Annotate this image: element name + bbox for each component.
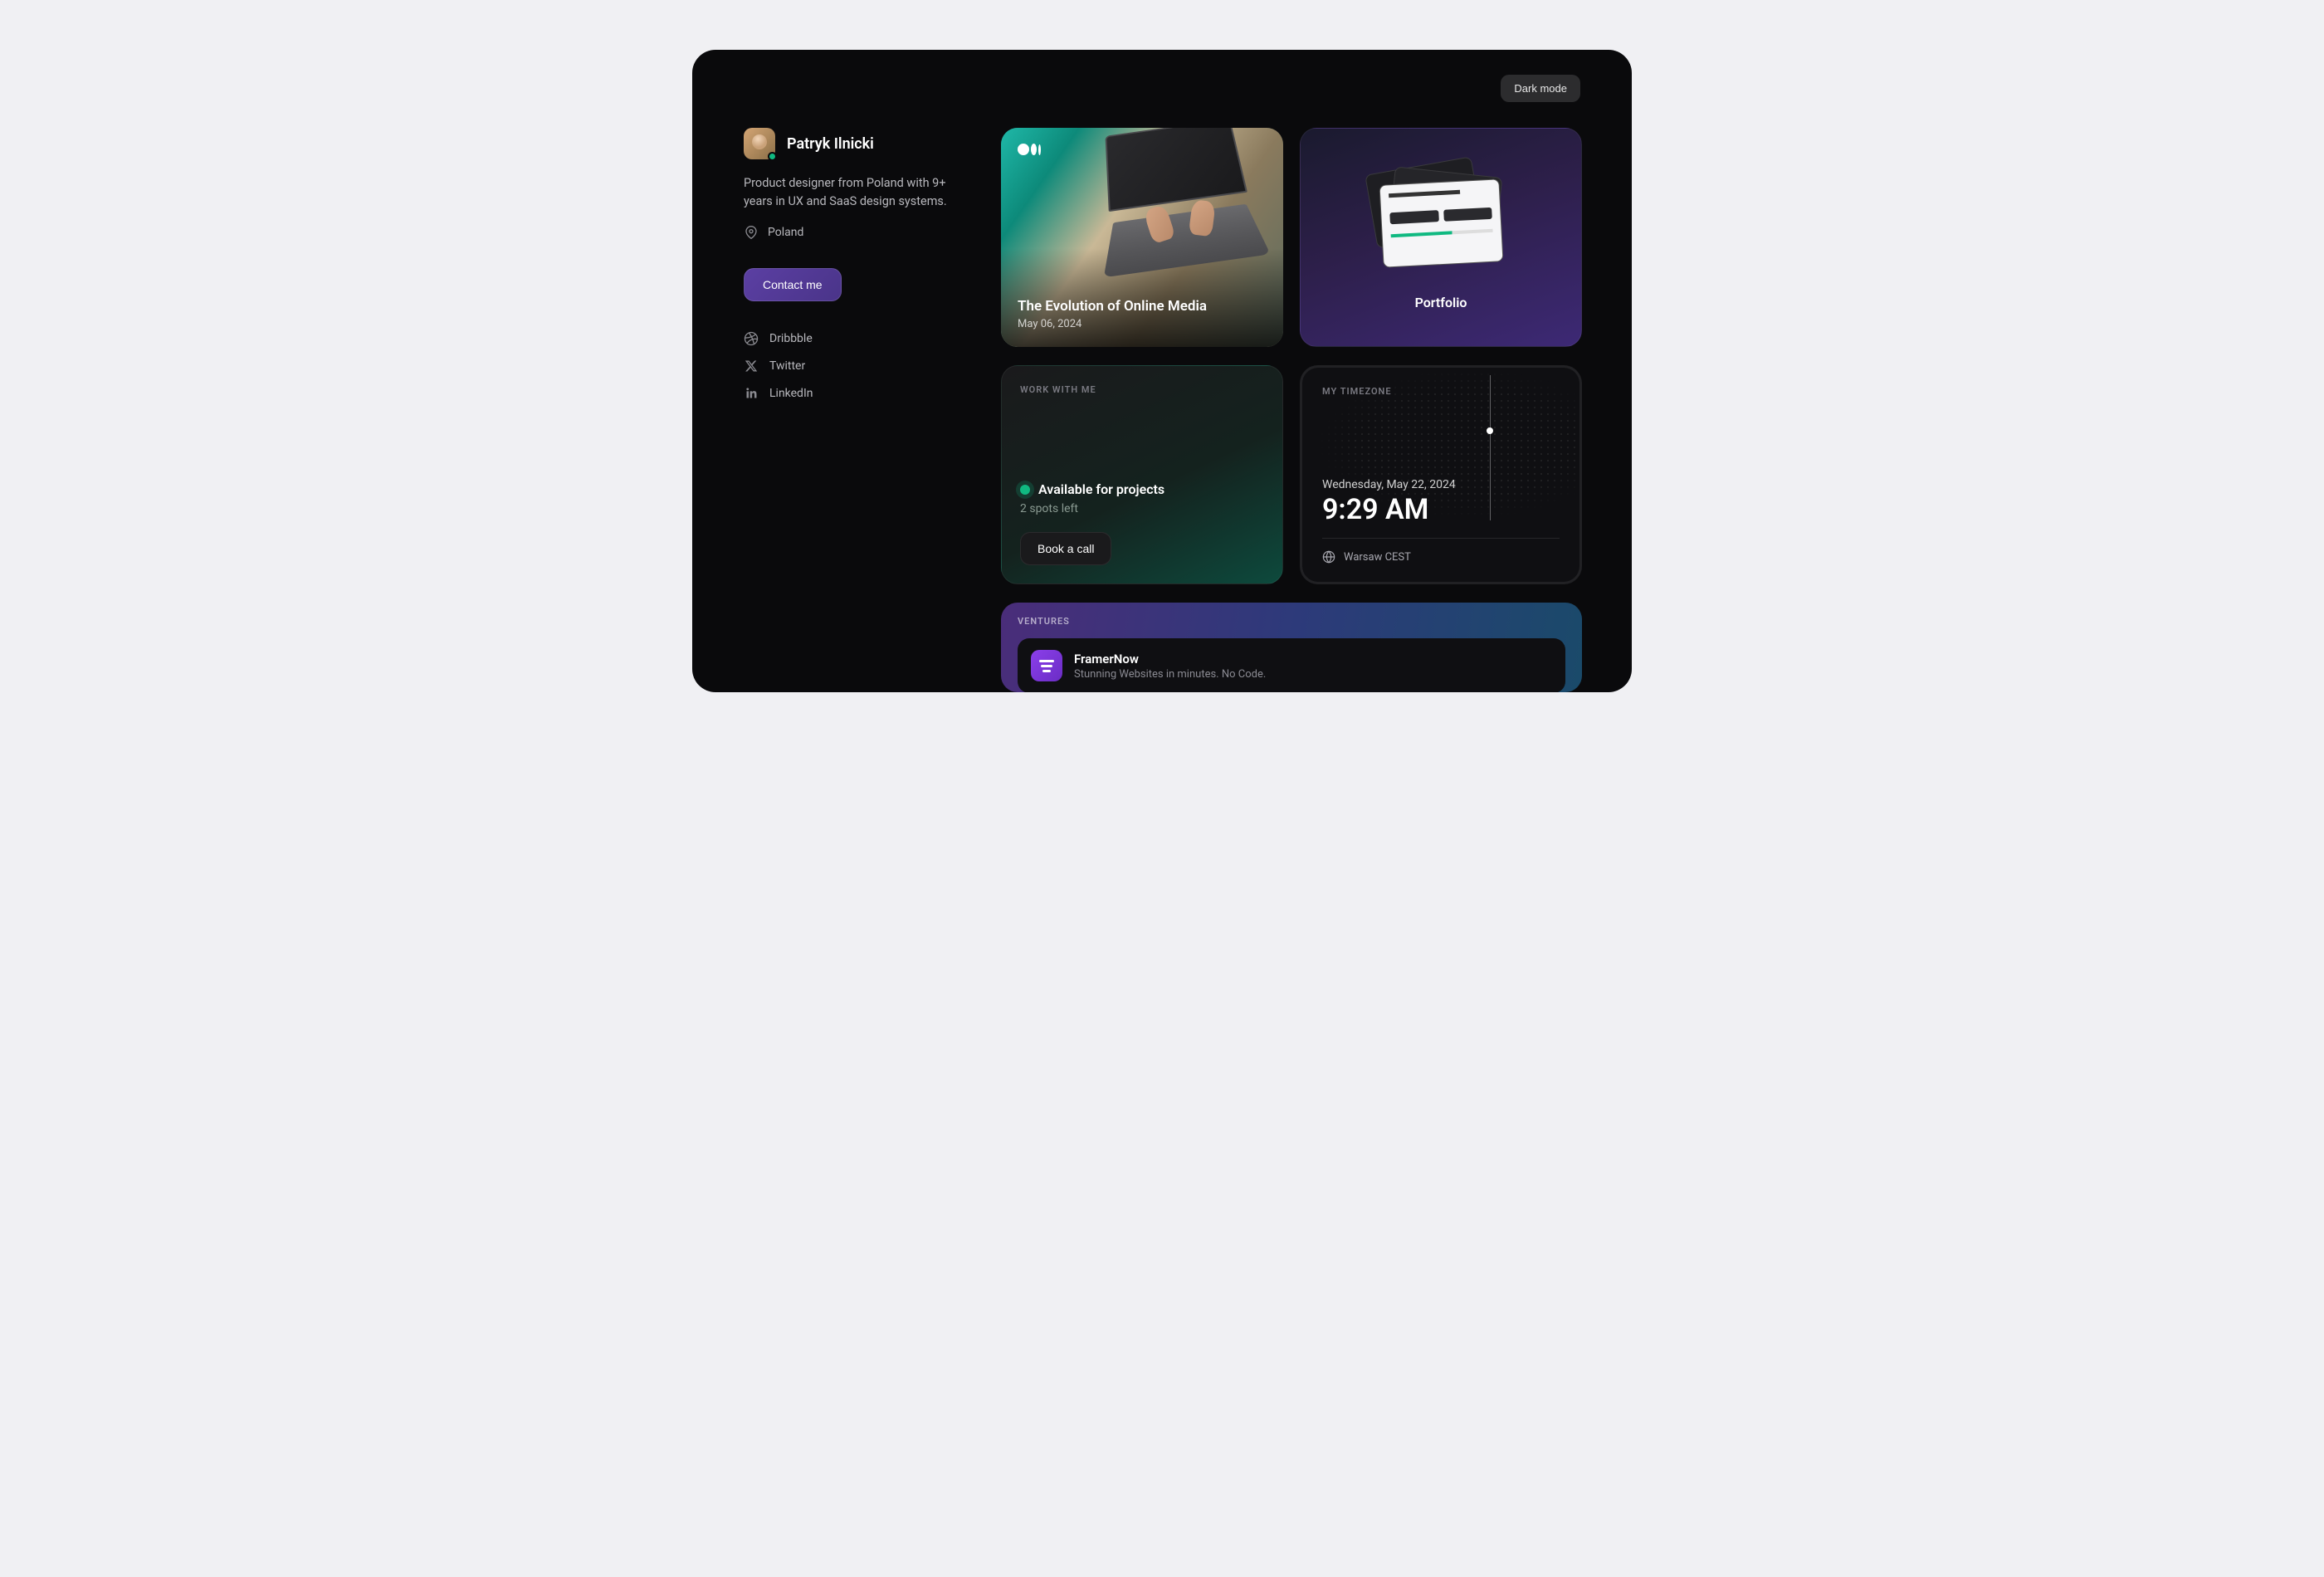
portfolio-preview-stack [1366,165,1516,273]
app-window: Dark mode Patryk Ilnicki Product designe… [692,50,1632,692]
portfolio-label: Portfolio [1415,295,1467,310]
article-date: May 06, 2024 [1018,318,1207,330]
profile-location: Poland [744,225,961,240]
spots-remaining-text: 2 spots left [1020,502,1264,515]
venture-item[interactable]: FramerNow Stunning Websites in minutes. … [1018,638,1565,692]
article-title: The Evolution of Online Media [1018,298,1207,315]
portfolio-card[interactable]: Portfolio [1300,128,1582,347]
profile-bio: Product designer from Poland with 9+ yea… [744,174,961,212]
cards-row-2: WORK WITH ME Available for projects 2 sp… [1001,365,1582,584]
online-status-dot [768,152,777,161]
social-label: Dribbble [769,332,813,345]
location-pin-icon [744,225,759,240]
timezone-section-label: MY TIMEZONE [1322,386,1560,397]
social-link-twitter[interactable]: Twitter [744,359,961,374]
timezone-date: Wednesday, May 22, 2024 [1322,478,1560,491]
cards-row-1: The Evolution of Online Media May 06, 20… [1001,128,1582,347]
linkedin-icon [744,386,759,401]
content-layout: Patryk Ilnicki Product designer from Pol… [744,75,1580,692]
venture-title: FramerNow [1074,652,1266,666]
avatar-wrapper [744,128,775,159]
work-with-me-card: WORK WITH ME Available for projects 2 sp… [1001,365,1283,584]
contact-button[interactable]: Contact me [744,268,842,301]
dribbble-icon [744,331,759,346]
social-links: Dribbble Twitter LinkedIn [744,331,961,401]
book-call-button[interactable]: Book a call [1020,532,1111,565]
venture-description: Stunning Websites in minutes. No Code. [1074,668,1266,681]
article-card[interactable]: The Evolution of Online Media May 06, 20… [1001,128,1283,347]
twitter-x-icon [744,359,759,374]
framer-icon [1031,650,1062,681]
timezone-card: MY TIMEZONE Wednesday, May 22, 2024 9:29… [1300,365,1582,584]
ventures-section-label: VENTURES [1018,616,1565,627]
work-section-label: WORK WITH ME [1020,384,1264,395]
availability-row: Available for projects [1020,481,1264,497]
social-label: Twitter [769,359,805,373]
social-label: LinkedIn [769,387,813,400]
map-marker-icon [1487,427,1493,434]
profile-header: Patryk Ilnicki [744,128,961,159]
timezone-footer: Warsaw CEST [1322,538,1560,564]
profile-name: Patryk Ilnicki [787,135,874,153]
location-text: Poland [768,226,803,239]
availability-text: Available for projects [1038,481,1164,497]
globe-icon [1322,550,1335,564]
ventures-card: VENTURES FramerNow Stunning Websites in … [1001,603,1582,692]
social-link-linkedin[interactable]: LinkedIn [744,386,961,401]
theme-toggle-button[interactable]: Dark mode [1501,75,1580,102]
timezone-time: 9:29 AM [1322,493,1560,526]
medium-icon [1018,143,1041,156]
main-content: The Evolution of Online Media May 06, 20… [1001,128,1582,692]
availability-dot-icon [1020,485,1030,495]
timezone-zone-text: Warsaw CEST [1344,551,1411,564]
social-link-dribbble[interactable]: Dribbble [744,331,961,346]
profile-sidebar: Patryk Ilnicki Product designer from Pol… [744,128,961,692]
